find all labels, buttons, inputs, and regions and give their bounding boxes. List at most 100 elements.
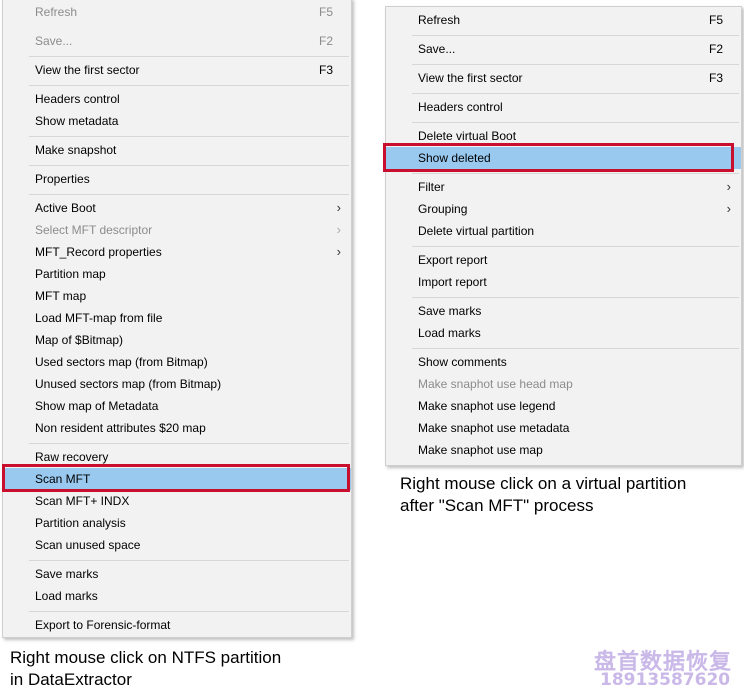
menu-item-label: View the first sector [35, 63, 140, 77]
menu-item-show-metadata[interactable]: Show metadata [3, 110, 351, 132]
menu-separator [29, 611, 349, 612]
menu-item-show-comments[interactable]: Show comments [386, 351, 741, 373]
menu-item-import-report[interactable]: Import report [386, 271, 741, 293]
menu-item-save[interactable]: Save... F2 [386, 38, 741, 60]
menu-item-active-boot[interactable]: Active Boot › [3, 197, 351, 219]
menu-item-label: Save... [418, 42, 456, 56]
menu-item-partition-map[interactable]: Partition map [3, 263, 351, 285]
menu-separator [412, 348, 739, 349]
menu-item-mft-map[interactable]: MFT map [3, 285, 351, 307]
menu-item-label: Make snapshot [35, 143, 117, 157]
chevron-right-icon: › [336, 244, 341, 259]
menu-separator [412, 173, 739, 174]
menu-item-non-resident-attributes-map[interactable]: Non resident attributes $20 map [3, 417, 351, 439]
menu-item-label: Refresh [35, 5, 78, 19]
menu-separator [29, 165, 349, 166]
right-caption-line2: after "Scan MFT" process [400, 496, 594, 515]
menu-item-scan-mft-indx[interactable]: Scan MFT+ INDX [3, 490, 351, 512]
chevron-right-icon: › [336, 200, 341, 215]
chevron-right-icon: › [336, 222, 341, 237]
menu-item-label: Make snaphot use map [418, 443, 543, 457]
menu-item-load-marks[interactable]: Load marks [386, 322, 741, 344]
menu-item-label: Save marks [418, 304, 482, 318]
menu-item-refresh[interactable]: Refresh F5 [3, 1, 351, 23]
menu-item-label: Load marks [35, 589, 98, 603]
menu-item-export-report[interactable]: Export report [386, 249, 741, 271]
menu-separator [412, 246, 739, 247]
menu-item-shortcut: F5 [708, 13, 723, 27]
menu-item-properties[interactable]: Properties [3, 168, 351, 190]
menu-item-delete-virtual-partition[interactable]: Delete virtual partition [386, 220, 741, 242]
chevron-right-icon: › [726, 179, 731, 194]
menu-item-snapshot-metadata[interactable]: Make snaphot use metadata [386, 417, 741, 439]
menu-item-label: Scan unused space [35, 538, 141, 552]
menu-item-make-snapshot[interactable]: Make snapshot [3, 139, 351, 161]
menu-separator [29, 85, 349, 86]
menu-item-partition-analysis[interactable]: Partition analysis [3, 512, 351, 534]
menu-item-save-marks[interactable]: Save marks [386, 300, 741, 322]
menu-item-used-sectors-map[interactable]: Used sectors map (from Bitmap) [3, 351, 351, 373]
menu-item-refresh[interactable]: Refresh F5 [386, 9, 741, 31]
menu-item-label: Export to Forensic-format [35, 618, 171, 632]
menu-item-mft-record-properties[interactable]: MFT_Record properties › [3, 241, 351, 263]
menu-item-label: Active Boot [35, 201, 96, 215]
menu-item-shortcut: F5 [318, 5, 333, 19]
menu-separator [29, 136, 349, 137]
menu-separator [412, 297, 739, 298]
menu-item-shortcut: F3 [318, 63, 333, 77]
menu-item-label: Grouping [418, 202, 468, 216]
menu-item-label: Select MFT descriptor [35, 223, 153, 237]
menu-item-grouping[interactable]: Grouping › [386, 198, 741, 220]
menu-item-label: Show map of Metadata [35, 399, 159, 413]
menu-item-snapshot-legend[interactable]: Make snaphot use legend [386, 395, 741, 417]
menu-item-select-mft-descriptor[interactable]: Select MFT descriptor › [3, 219, 351, 241]
watermark-phone: 18913587620 [600, 670, 731, 690]
menu-item-label: Make snaphot use legend [418, 399, 556, 413]
menu-item-label: Partition map [35, 267, 106, 281]
menu-item-show-map-of-metadata[interactable]: Show map of Metadata [3, 395, 351, 417]
menu-item-label: Import report [418, 275, 487, 289]
left-caption-line2: in DataExtractor [10, 670, 132, 689]
menu-item-filter[interactable]: Filter › [386, 176, 741, 198]
menu-item-label: Unused sectors map (from Bitmap) [35, 377, 222, 391]
menu-item-label: View the first sector [418, 71, 523, 85]
menu-item-map-of-bitmap[interactable]: Map of $Bitmap) [3, 329, 351, 351]
menu-item-view-first-sector[interactable]: View the first sector F3 [386, 67, 741, 89]
menu-item-save-marks[interactable]: Save marks [3, 563, 351, 585]
menu-item-label: Show metadata [35, 114, 119, 128]
menu-item-label: Export report [418, 253, 488, 267]
menu-item-label: Scan MFT+ INDX [35, 494, 130, 508]
menu-separator [29, 56, 349, 57]
menu-item-export-forensic[interactable]: Export to Forensic-format [3, 614, 351, 636]
virtual-partition-context-menu: Refresh F5 Save... F2 View the first secto… [385, 6, 742, 466]
menu-item-load-marks[interactable]: Load marks [3, 585, 351, 607]
menu-item-label: Properties [35, 172, 90, 186]
menu-item-label: Make snaphot use head map [418, 377, 573, 391]
menu-item-label: Save... [35, 34, 73, 48]
menu-item-scan-unused-space[interactable]: Scan unused space [3, 534, 351, 556]
ntfs-partition-context-menu: Refresh F5 Save... F2 View the first secto… [2, 0, 352, 638]
menu-item-headers-control[interactable]: Headers control [3, 88, 351, 110]
menu-item-label: Delete virtual partition [418, 224, 535, 238]
menu-item-view-first-sector[interactable]: View the first sector F3 [3, 59, 351, 81]
left-caption-line1: Right mouse click on NTFS partition [10, 648, 282, 667]
annotation-highlight-box [2, 464, 350, 492]
menu-item-snapshot-head-map[interactable]: Make snaphot use head map [386, 373, 741, 395]
menu-item-label: Refresh [418, 13, 461, 27]
menu-item-headers-control[interactable]: Headers control [386, 96, 741, 118]
menu-separator [29, 560, 349, 561]
menu-item-label: Non resident attributes $20 map [35, 421, 206, 435]
menu-item-save[interactable]: Save... F2 [3, 30, 351, 52]
menu-item-shortcut: F2 [318, 34, 333, 48]
menu-item-load-mft-map[interactable]: Load MFT-map from file [3, 307, 351, 329]
menu-item-label: Load marks [418, 326, 481, 340]
menu-item-shortcut: F3 [708, 71, 723, 85]
menu-item-label: Filter [418, 180, 445, 194]
menu-item-label: Save marks [35, 567, 99, 581]
menu-separator [412, 93, 739, 94]
menu-item-unused-sectors-map[interactable]: Unused sectors map (from Bitmap) [3, 373, 351, 395]
menu-item-label: Make snaphot use metadata [418, 421, 570, 435]
menu-item-label: Used sectors map (from Bitmap) [35, 355, 208, 369]
menu-item-shortcut: F2 [708, 42, 723, 56]
menu-item-snapshot-map[interactable]: Make snaphot use map [386, 439, 741, 461]
